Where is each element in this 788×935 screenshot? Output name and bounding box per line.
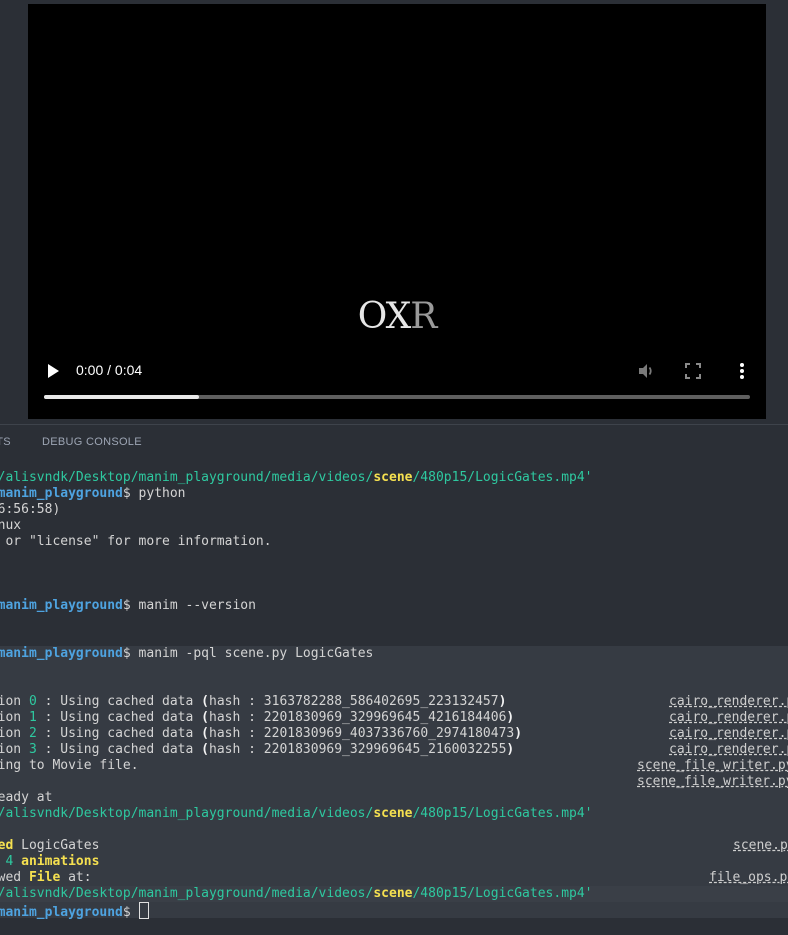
video-frame-text: OXR: [28, 296, 766, 337]
terminal-line: ready at: [0, 790, 53, 805]
source-link[interactable]: scene_file_writer.py: [637, 758, 788, 774]
terminal[interactable]: me/alisvndk/Desktop/manim_playground/med…: [0, 470, 788, 935]
volume-icon[interactable]: [636, 361, 656, 381]
tab-ports[interactable]: NTS: [0, 436, 11, 448]
video-text-r: R: [410, 296, 437, 337]
terminal-line: ation 3 : Using cached data (hash : 2201…: [0, 742, 515, 757]
video-progress-fill: [44, 395, 200, 399]
terminal-line: linux: [0, 518, 22, 533]
terminal-line: ation 2 : Using cached data (hash : 2201…: [0, 726, 523, 741]
panel-tab-bar: NTS DEBUG CONSOLE: [0, 425, 788, 457]
source-link[interactable]: file_ops.py: [709, 870, 788, 886]
source-link[interactable]: cairo_renderer.py: [669, 742, 788, 758]
source-link[interactable]: cairo_renderer.py: [669, 726, 788, 742]
terminal-line: 06:56:58): [0, 502, 61, 517]
video-progress-bar[interactable]: [44, 395, 750, 399]
terminal-line: ered LogicGates: [0, 838, 100, 853]
more-options-icon[interactable]: [732, 361, 752, 381]
terminal-line: s" or "license" for more information.: [0, 534, 272, 549]
terminal-line: o/manim_playground$ manim -pql scene.py …: [0, 646, 374, 661]
terminal-line: o/manim_playground$ python: [0, 486, 186, 501]
tab-debug-console[interactable]: DEBUG CONSOLE: [42, 436, 142, 448]
terminal-line: o/manim_playground$ manim --version: [0, 598, 256, 613]
source-link[interactable]: cairo_renderer.py: [669, 694, 788, 710]
terminal-line: ation 0 : Using cached data (hash : 3163…: [0, 694, 507, 709]
terminal-line: ation 1 : Using cached data (hash : 2201…: [0, 710, 515, 725]
fullscreen-icon[interactable]: [684, 362, 702, 380]
terminal-line: iewed File at:: [0, 870, 92, 885]
terminal-prompt-line: o/manim_playground$: [0, 902, 149, 920]
video-text-ox: OX: [357, 296, 412, 337]
source-link[interactable]: scene.py: [733, 838, 788, 854]
terminal-cursor[interactable]: [138, 902, 149, 919]
play-icon[interactable]: [44, 362, 62, 380]
video-player[interactable]: OXR 0:00 / 0:04: [28, 4, 766, 419]
time-readout: 0:00 / 0:04: [76, 362, 143, 378]
source-link[interactable]: cairo_renderer.py: [669, 710, 788, 726]
terminal-line: ed 4 animations: [5, 854, 100, 869]
terminal-line: me/alisvndk/Desktop/manim_playground/med…: [0, 886, 593, 901]
terminal-line: ining to Movie file.: [0, 758, 139, 773]
terminal-line: me/alisvndk/Desktop/manim_playground/med…: [0, 470, 593, 485]
terminal-line: me/alisvndk/Desktop/manim_playground/med…: [0, 806, 593, 821]
source-link[interactable]: scene_file_writer.py: [637, 774, 788, 790]
